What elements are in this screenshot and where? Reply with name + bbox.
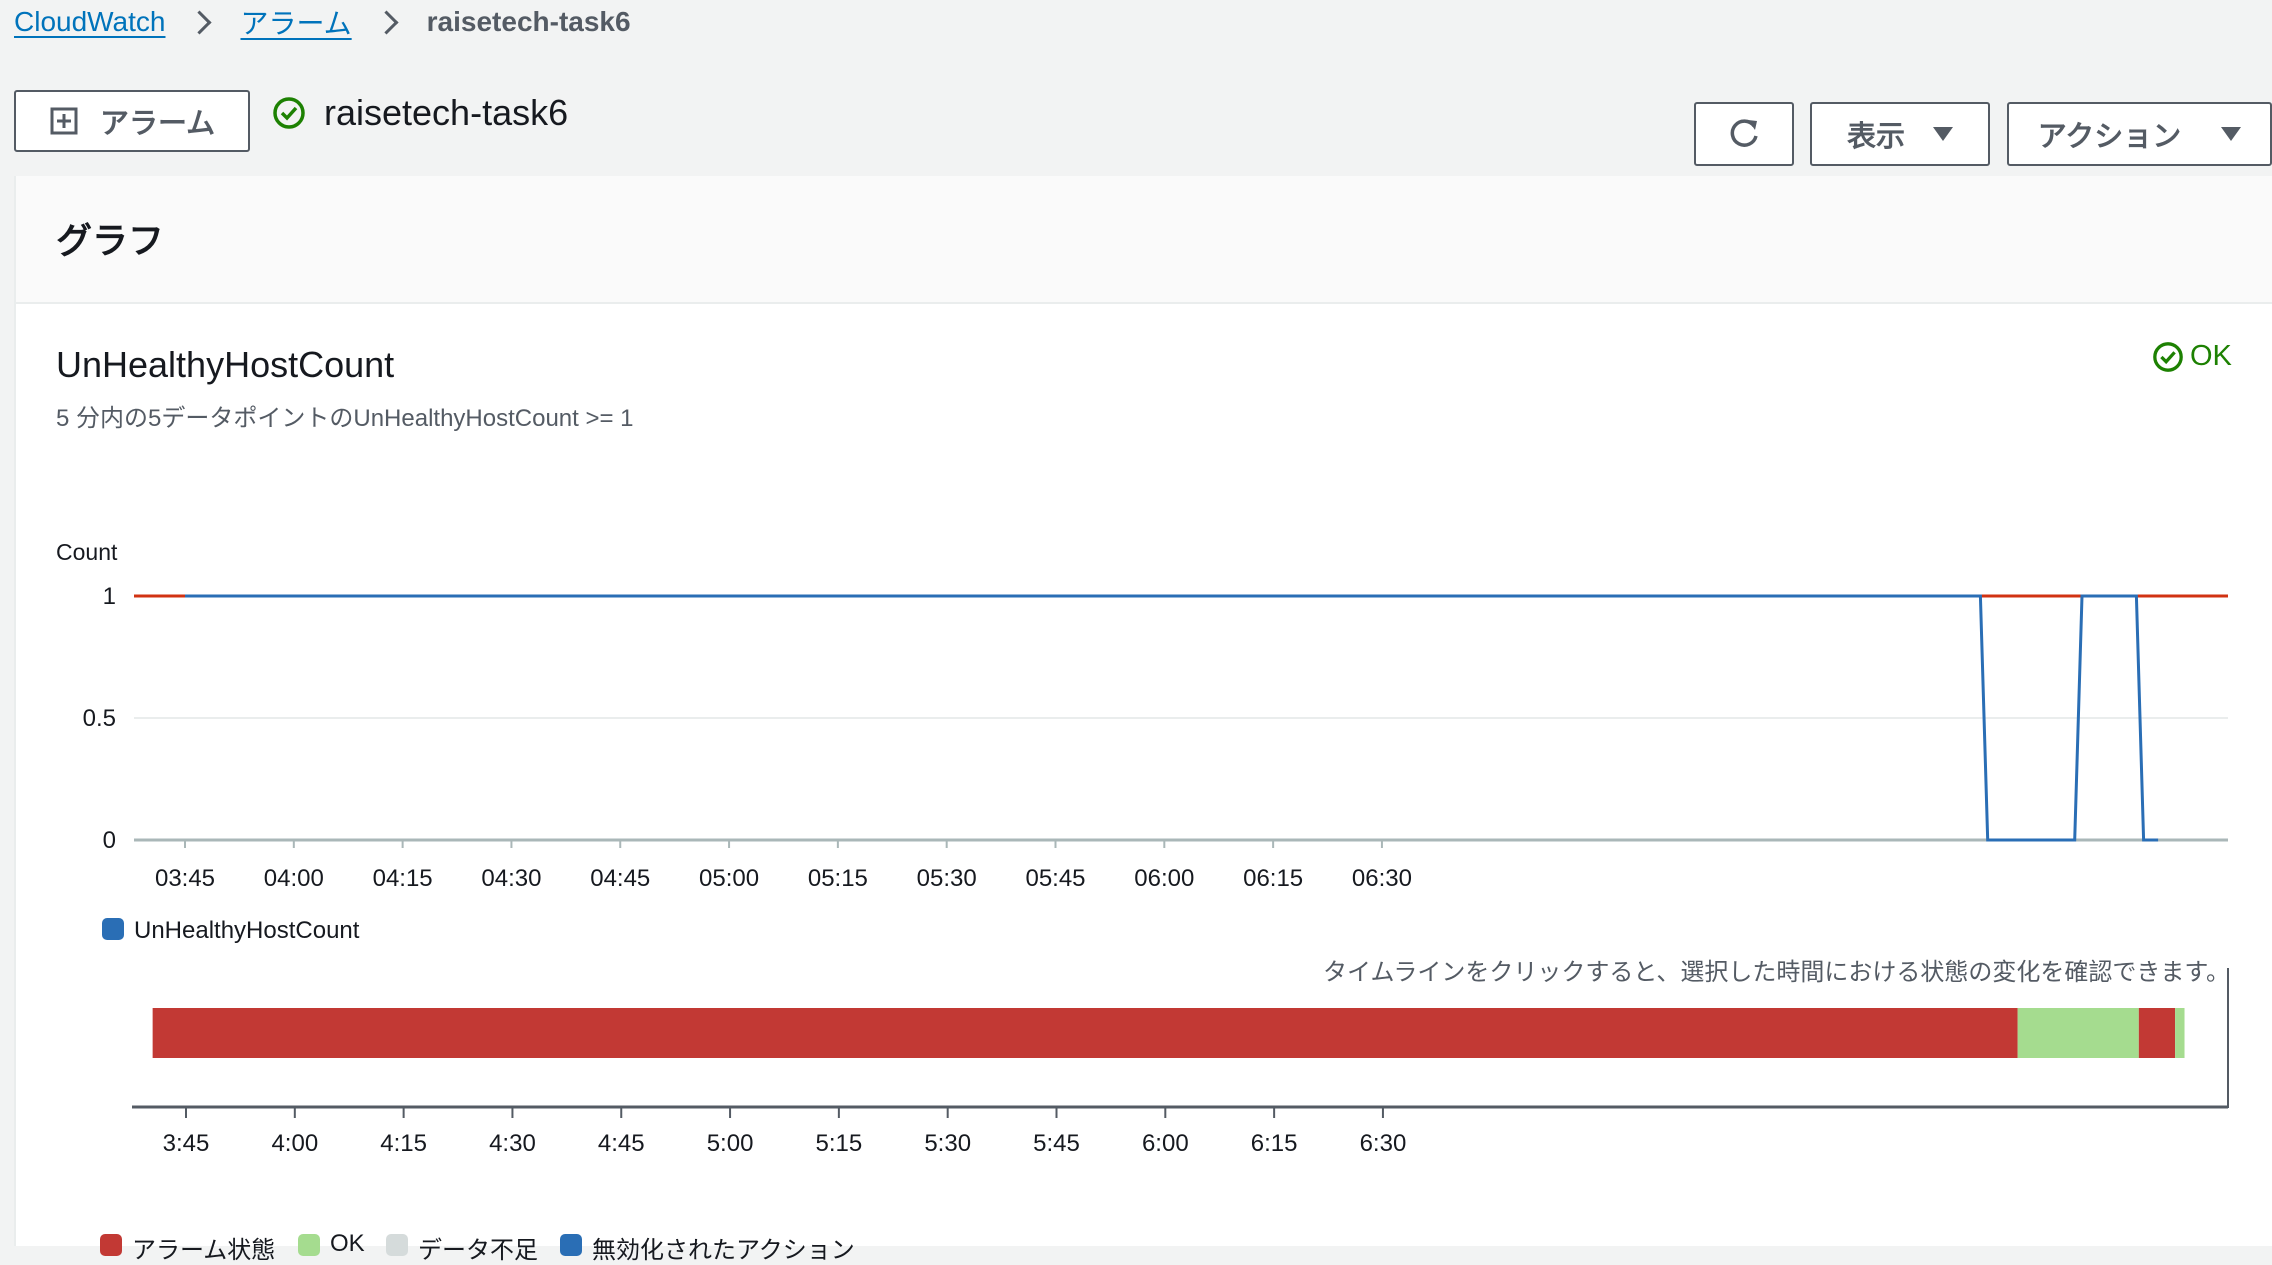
view-dropdown-button[interactable]: 表示 — [1810, 102, 1990, 166]
refresh-icon — [1730, 119, 1758, 147]
graph-panel: グラフ UnHealthyHostCount 5 分内の5データポイントのUnH… — [14, 176, 2272, 1264]
view-dropdown-label: 表示 — [1846, 121, 1905, 153]
breadcrumb: CloudWatch アラーム raisetech-task6 — [14, 0, 631, 44]
panel-header: グラフ — [16, 176, 2272, 304]
timeline-tick-label: 4:00 — [271, 1130, 318, 1157]
y-tick-label: 0 — [103, 827, 116, 854]
timeline-segment-ok — [2175, 1008, 2185, 1058]
x-tick-label: 05:15 — [808, 865, 868, 892]
timeline-legend-swatch — [560, 1234, 582, 1256]
status-ok-icon — [273, 97, 305, 129]
alarm-state-badge: OK — [2152, 340, 2232, 373]
timeline-tick-label: 5:00 — [707, 1130, 754, 1157]
check-circle-icon — [2153, 341, 2183, 372]
x-tick-label: 04:00 — [264, 865, 324, 892]
x-tick-label: 04:15 — [373, 865, 433, 892]
x-tick-label: 05:30 — [917, 865, 977, 892]
x-tick-label: 06:15 — [1243, 865, 1303, 892]
caret-down-icon — [2221, 127, 2242, 141]
chevron-right-icon — [187, 9, 213, 35]
x-tick-label: 03:45 — [155, 865, 215, 892]
alarm-condition: 5 分内の5データポイントのUnHealthyHostCount >= 1 — [56, 405, 634, 432]
y-tick-label: 0.5 — [83, 705, 116, 732]
timeline-segment-ok — [2017, 1008, 2139, 1058]
timeline-tick-label: 5:45 — [1033, 1130, 1080, 1157]
actions-dropdown-label: アクション — [2037, 121, 2182, 153]
legend-swatch — [102, 918, 124, 940]
timeline-legend-swatch — [386, 1234, 408, 1256]
refresh-button[interactable] — [1694, 102, 1794, 166]
timeline-legend-label: OK — [330, 1230, 365, 1257]
timeline-segment-alarm — [2138, 1008, 2176, 1058]
y-tick-label: 1 — [103, 583, 116, 610]
breadcrumb-current: raisetech-task6 — [426, 6, 631, 37]
state-timeline[interactable]: 3:45 4:00 4:15 4:30 4:45 5:00 5:15 5:30 5:45 6:00… — [16, 968, 2272, 1228]
timeline-legend-label: 無効化されたアクション — [592, 1237, 855, 1264]
metric-chart[interactable]: Count 1 0.5 0 03:45 04:00 04:15 04:30 04:45 05:00… — [16, 530, 2272, 1000]
x-tick-label: 04:30 — [481, 865, 541, 892]
x-tick-label: 05:45 — [1025, 865, 1085, 892]
breadcrumb-cloudwatch-link[interactable]: CloudWatch — [14, 6, 165, 38]
x-tick-label: 04:45 — [590, 865, 650, 892]
timeline-tick-label: 6:30 — [1360, 1130, 1407, 1157]
chevron-right-icon — [374, 9, 399, 35]
alarm-title-row: raisetech-task6 — [272, 92, 568, 134]
timeline-legend-label: データ不足 — [418, 1237, 538, 1264]
timeline-legend-swatch — [298, 1234, 320, 1256]
timeline-tick-label: 4:15 — [380, 1130, 427, 1157]
create-alarm-button[interactable]: アラーム — [14, 90, 250, 152]
timeline-tick-label: 6:00 — [1142, 1130, 1189, 1157]
legend-label: UnHealthyHostCount — [134, 917, 360, 944]
timeline-tick-label: 5:15 — [816, 1130, 863, 1157]
actions-dropdown-button[interactable]: アクション — [2007, 102, 2272, 166]
timeline-tick-label: 3:45 — [163, 1130, 210, 1157]
metric-title: UnHealthyHostCount — [56, 344, 395, 385]
caret-down-icon — [1933, 127, 1953, 141]
timeline-tick-label: 4:30 — [489, 1130, 536, 1157]
timeline-segment-alarm — [152, 1008, 2018, 1058]
timeline-tick-label: 6:15 — [1251, 1130, 1298, 1157]
timeline-hint: タイムラインをクリックすると、選択した時間における状態の変化を確認できます。 — [1323, 959, 2230, 986]
create-alarm-label: アラーム — [100, 108, 216, 140]
page-title: raisetech-task6 — [324, 92, 569, 133]
timeline-tick-label: 5:30 — [924, 1130, 971, 1157]
breadcrumb-alarms-link[interactable]: アラーム — [240, 2, 351, 42]
x-tick-label: 06:30 — [1352, 865, 1412, 892]
plus-square-icon — [50, 107, 78, 135]
x-tick-label: 06:00 — [1134, 865, 1194, 892]
x-tick-label: 05:00 — [699, 865, 759, 892]
panel-title: グラフ — [56, 220, 165, 261]
timeline-tick-label: 4:45 — [598, 1130, 645, 1157]
timeline-legend-label: アラーム状態 — [132, 1237, 276, 1264]
alarm-state-text: OK — [2190, 340, 2232, 372]
y-axis-label: Count — [56, 539, 118, 565]
timeline-legend-swatch — [100, 1234, 122, 1256]
